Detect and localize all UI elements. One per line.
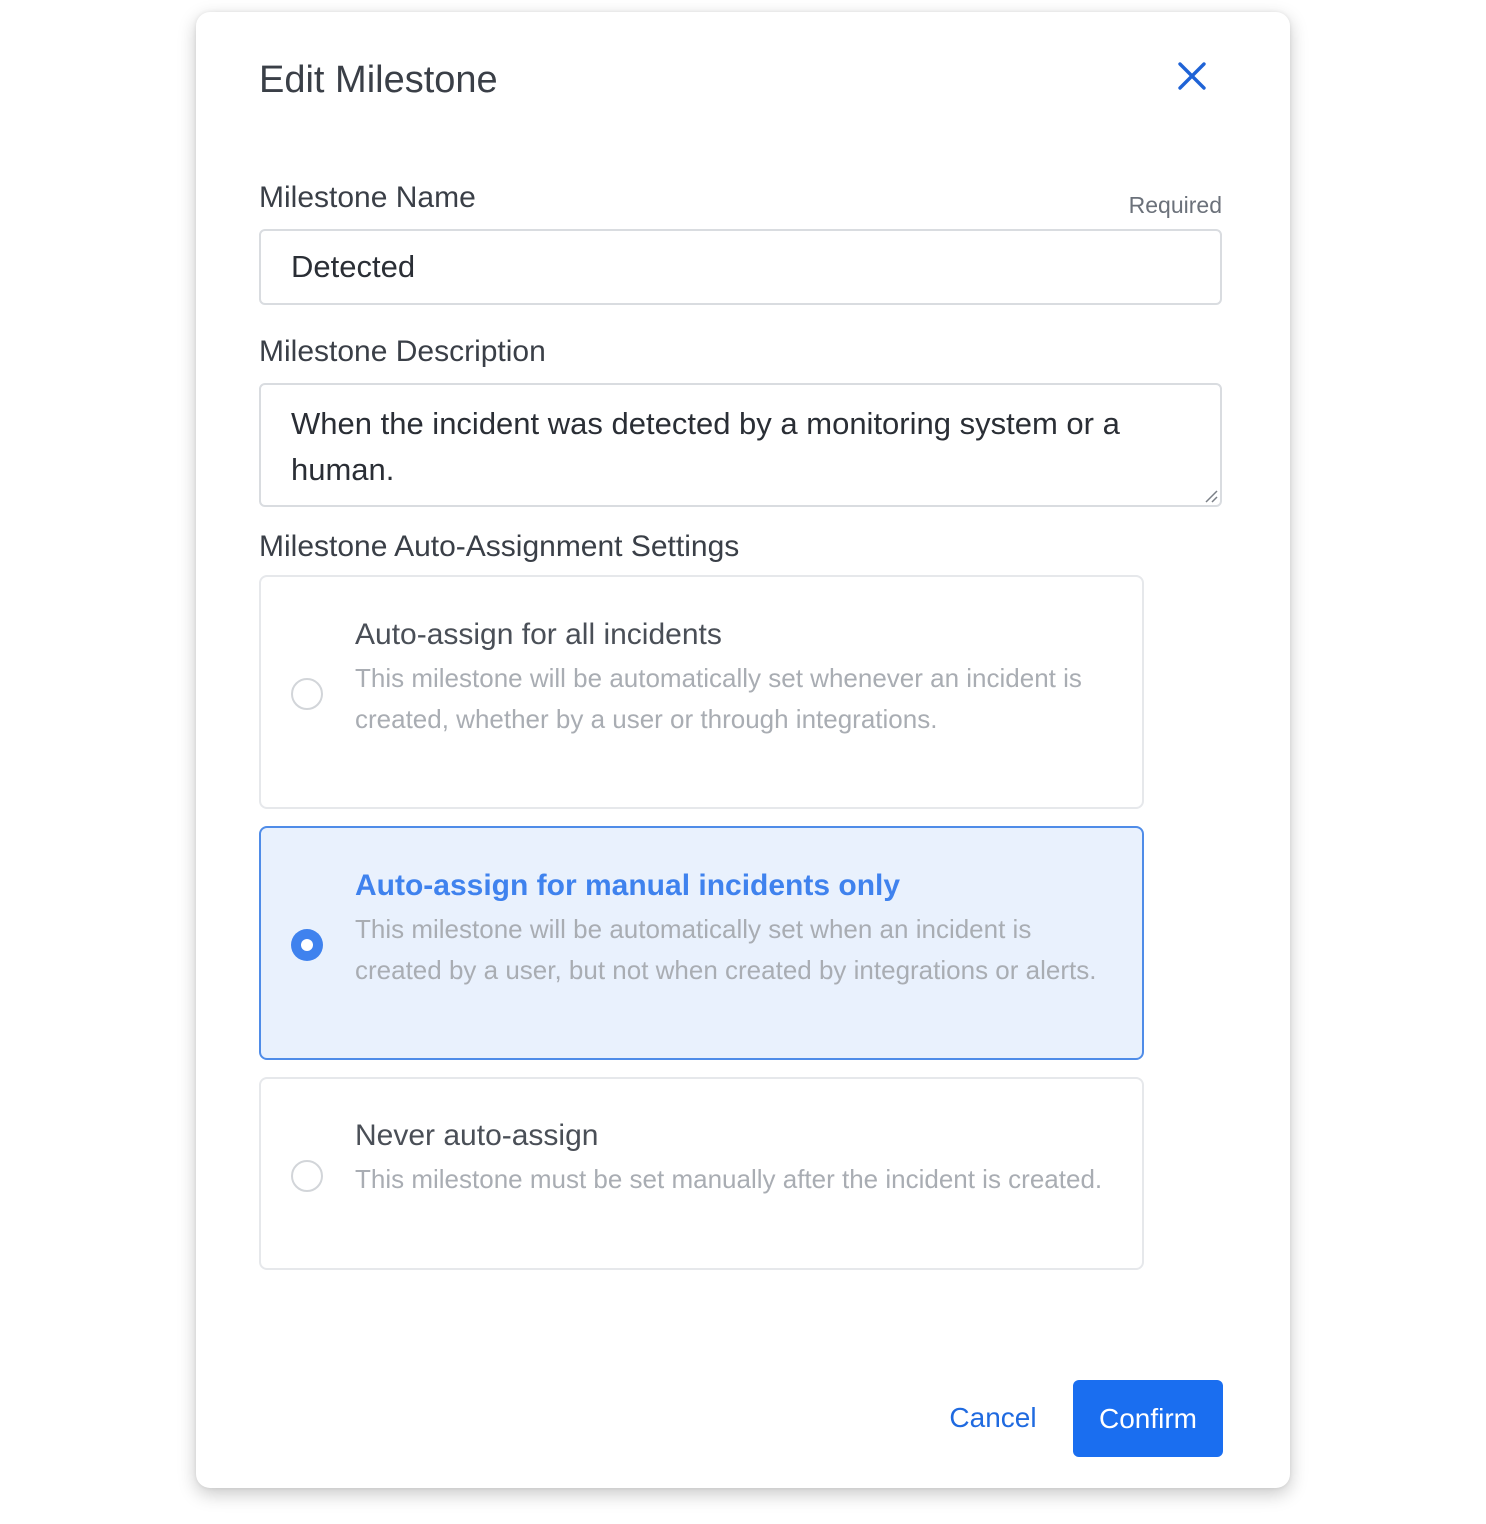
- option-auto-assign-manual[interactable]: Auto-assign for manual incidents only Th…: [259, 826, 1144, 1060]
- close-button[interactable]: [1170, 54, 1214, 98]
- option-description: This milestone will be automatically set…: [355, 914, 1097, 985]
- resize-handle-icon[interactable]: [1202, 487, 1218, 503]
- option-title: Never auto-assign: [355, 1119, 599, 1152]
- milestone-description-label: Milestone Description: [259, 335, 546, 368]
- radio-never-auto-assign[interactable]: [291, 1160, 323, 1192]
- close-icon: [1178, 62, 1206, 90]
- confirm-button[interactable]: Confirm: [1073, 1380, 1223, 1457]
- cancel-button[interactable]: Cancel: [938, 1380, 1048, 1456]
- radio-auto-assign-manual[interactable]: [291, 929, 323, 961]
- required-indicator: Required: [1128, 192, 1222, 218]
- dialog-title: Edit Milestone: [259, 59, 498, 101]
- milestone-name-label: Milestone Name: [259, 181, 476, 214]
- milestone-name-input[interactable]: Detected: [259, 229, 1222, 305]
- option-auto-assign-all[interactable]: Auto-assign for all incidents This miles…: [259, 575, 1144, 809]
- radio-auto-assign-all[interactable]: [291, 678, 323, 710]
- option-title: Auto-assign for all incidents: [355, 618, 722, 651]
- option-title: Auto-assign for manual incidents only: [355, 869, 901, 902]
- milestone-description-text: When the incident was detected by a moni…: [291, 406, 1120, 487]
- edit-milestone-dialog: Edit Milestone Milestone Name Required D…: [196, 12, 1290, 1488]
- auto-assignment-label: Milestone Auto-Assignment Settings: [259, 530, 740, 563]
- milestone-description-textarea[interactable]: When the incident was detected by a moni…: [259, 383, 1222, 507]
- option-description: This milestone will be automatically set…: [355, 663, 1082, 734]
- option-never-auto-assign[interactable]: Never auto-assign This milestone must be…: [259, 1077, 1144, 1270]
- option-description: This milestone must be set manually afte…: [355, 1164, 1103, 1194]
